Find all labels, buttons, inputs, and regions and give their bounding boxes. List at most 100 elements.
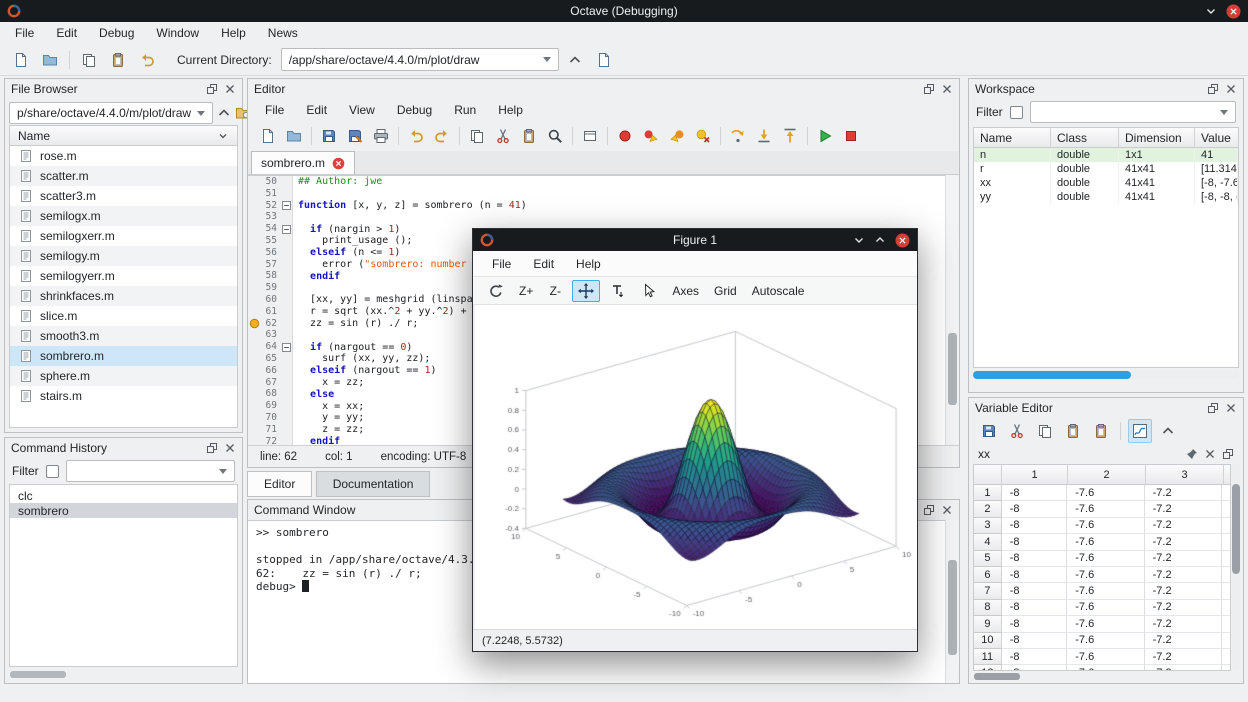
path-combo[interactable]: p/share/octave/4.4.0/m/plot/draw	[9, 102, 213, 124]
fold-marker-icon[interactable]	[280, 341, 293, 353]
step-in-button[interactable]	[752, 124, 776, 148]
variable-row-4[interactable]: 4-8-7.6-7.2	[974, 534, 1230, 550]
undock-icon[interactable]	[1222, 448, 1234, 460]
row-header[interactable]: 10	[974, 633, 1002, 649]
breakpoint-margin[interactable]	[248, 341, 260, 353]
workspace-hscrollbar[interactable]	[973, 371, 1239, 379]
new-script-button[interactable]	[8, 47, 34, 73]
plot-variable-button[interactable]	[1128, 419, 1152, 443]
cell-value[interactable]: -7.2	[1145, 600, 1222, 616]
next-breakpoint-button[interactable]	[639, 124, 663, 148]
cell-value[interactable]: -7.2	[1145, 567, 1222, 583]
variable-row-6[interactable]: 6-8-7.6-7.2	[974, 567, 1230, 583]
menu-debug[interactable]: Debug	[88, 22, 145, 44]
scrollbar-thumb[interactable]	[948, 333, 957, 405]
editor-menu-file[interactable]: File	[254, 99, 295, 121]
breakpoint-margin[interactable]	[248, 270, 260, 282]
row-header[interactable]: 5	[974, 551, 1002, 567]
find-replace-button[interactable]	[543, 124, 567, 148]
file-row-semilogy.m[interactable]: semilogy.m	[10, 246, 237, 266]
cell-value[interactable]: -7.6	[1067, 583, 1144, 599]
undock-icon[interactable]	[1207, 402, 1219, 414]
command-window-scrollbar[interactable]	[945, 520, 959, 683]
current-directory-combo[interactable]: /app/share/octave/4.4.0/m/plot/draw	[281, 48, 559, 71]
paste-table-button[interactable]	[1089, 419, 1113, 443]
redo-button[interactable]	[430, 124, 454, 148]
pan-tool-button[interactable]	[572, 280, 600, 302]
workspace-row-xx[interactable]: xxdouble41x41[-8, -7.6	[974, 176, 1238, 190]
menu-file[interactable]: File	[4, 22, 45, 44]
breakpoint-margin[interactable]	[248, 223, 260, 235]
cell-value[interactable]: -7.6	[1067, 616, 1144, 632]
scrollbar-thumb[interactable]	[973, 371, 1131, 379]
undo-button[interactable]	[404, 124, 428, 148]
breakpoint-margin[interactable]	[248, 436, 260, 445]
menu-window[interactable]: Window	[145, 22, 210, 44]
file-row-sombrero.m[interactable]: sombrero.m	[10, 346, 237, 366]
column-header-class[interactable]: Class	[1051, 128, 1119, 148]
variable-row-2[interactable]: 2-8-7.6-7.2	[974, 501, 1230, 517]
scrollbar-thumb[interactable]	[948, 560, 957, 655]
breakpoint-margin[interactable]	[248, 388, 260, 400]
paste-button[interactable]	[1061, 419, 1085, 443]
variable-editor-vscrollbar[interactable]	[1232, 464, 1240, 671]
cell-value[interactable]: -8	[1002, 551, 1067, 567]
breakpoint-margin[interactable]	[248, 176, 260, 188]
breakpoint-margin[interactable]	[248, 329, 260, 341]
row-header[interactable]: 2	[974, 501, 1002, 517]
file-row-semilogx.m[interactable]: semilogx.m	[10, 206, 237, 226]
zoom-out-button[interactable]: Z-	[543, 280, 567, 302]
cut-button[interactable]	[491, 124, 515, 148]
row-header[interactable]: 4	[974, 534, 1002, 550]
stop-debug-button[interactable]	[839, 124, 863, 148]
cell-value[interactable]: -8	[1002, 665, 1067, 671]
grid-button[interactable]: Grid	[709, 280, 742, 302]
close-icon[interactable]	[224, 442, 236, 454]
name-column-header[interactable]: Name	[10, 126, 237, 146]
undock-icon[interactable]	[923, 504, 935, 516]
open-file-button[interactable]	[37, 47, 63, 73]
remove-breakpoints-button[interactable]	[691, 124, 715, 148]
variable-row-3[interactable]: 3-8-7.6-7.2	[974, 518, 1230, 534]
file-row-scatter.m[interactable]: scatter.m	[10, 166, 237, 186]
rotate-tool-button[interactable]	[483, 280, 509, 302]
file-row-rose.m[interactable]: rose.m	[10, 146, 237, 166]
cell-value[interactable]: -8	[1002, 649, 1067, 665]
cell-value[interactable]: -7.2	[1145, 633, 1222, 649]
file-row-semilogxerr.m[interactable]: semilogxerr.m	[10, 226, 237, 246]
open-file-button[interactable]	[282, 124, 306, 148]
editor-menu-view[interactable]: View	[338, 99, 386, 121]
editor-menu-debug[interactable]: Debug	[386, 99, 443, 121]
editor-menu-edit[interactable]: Edit	[295, 99, 338, 121]
variable-row-11[interactable]: 11-8-7.6-7.2	[974, 649, 1230, 665]
cell-value[interactable]: -7.6	[1067, 633, 1144, 649]
file-row-semilogyerr.m[interactable]: semilogyerr.m	[10, 266, 237, 286]
breakpoint-margin[interactable]	[248, 412, 260, 424]
save-file-as-button[interactable]	[343, 124, 367, 148]
save-variable-button[interactable]	[977, 419, 1001, 443]
cell-value[interactable]: -7.6	[1067, 485, 1144, 501]
fold-marker-icon[interactable]	[280, 200, 293, 212]
code-line-52[interactable]: 52function [x, y, z] = sombrero (n = 41)	[248, 200, 945, 212]
variable-row-1[interactable]: 1-8-7.6-7.2	[974, 485, 1230, 501]
cell-value[interactable]: -8	[1002, 534, 1067, 550]
tab-sombrero[interactable]: sombrero.m	[251, 151, 355, 174]
tab-close-icon[interactable]	[332, 157, 345, 170]
breakpoint-margin[interactable]	[248, 365, 260, 377]
variable-tab-xx[interactable]: xx	[978, 447, 990, 461]
cell-value[interactable]: -7.2	[1145, 518, 1222, 534]
file-row-scatter3.m[interactable]: scatter3.m	[10, 186, 237, 206]
undo-button[interactable]	[134, 47, 160, 73]
column-header-value[interactable]: Value	[1195, 128, 1238, 148]
fold-marker-icon[interactable]	[280, 223, 293, 235]
undock-icon[interactable]	[923, 83, 935, 95]
history-item-clc[interactable]: clc	[10, 488, 237, 503]
new-file-button[interactable]	[256, 124, 280, 148]
split-view-button[interactable]	[578, 124, 602, 148]
column-header-3[interactable]: 3	[1146, 465, 1224, 485]
filter-combo[interactable]	[66, 460, 235, 482]
cell-value[interactable]: -7.6	[1067, 534, 1144, 550]
figure-menu-edit[interactable]: Edit	[522, 251, 565, 276]
filter-checkbox[interactable]	[46, 465, 59, 478]
cell-value[interactable]: -7.6	[1067, 665, 1144, 671]
